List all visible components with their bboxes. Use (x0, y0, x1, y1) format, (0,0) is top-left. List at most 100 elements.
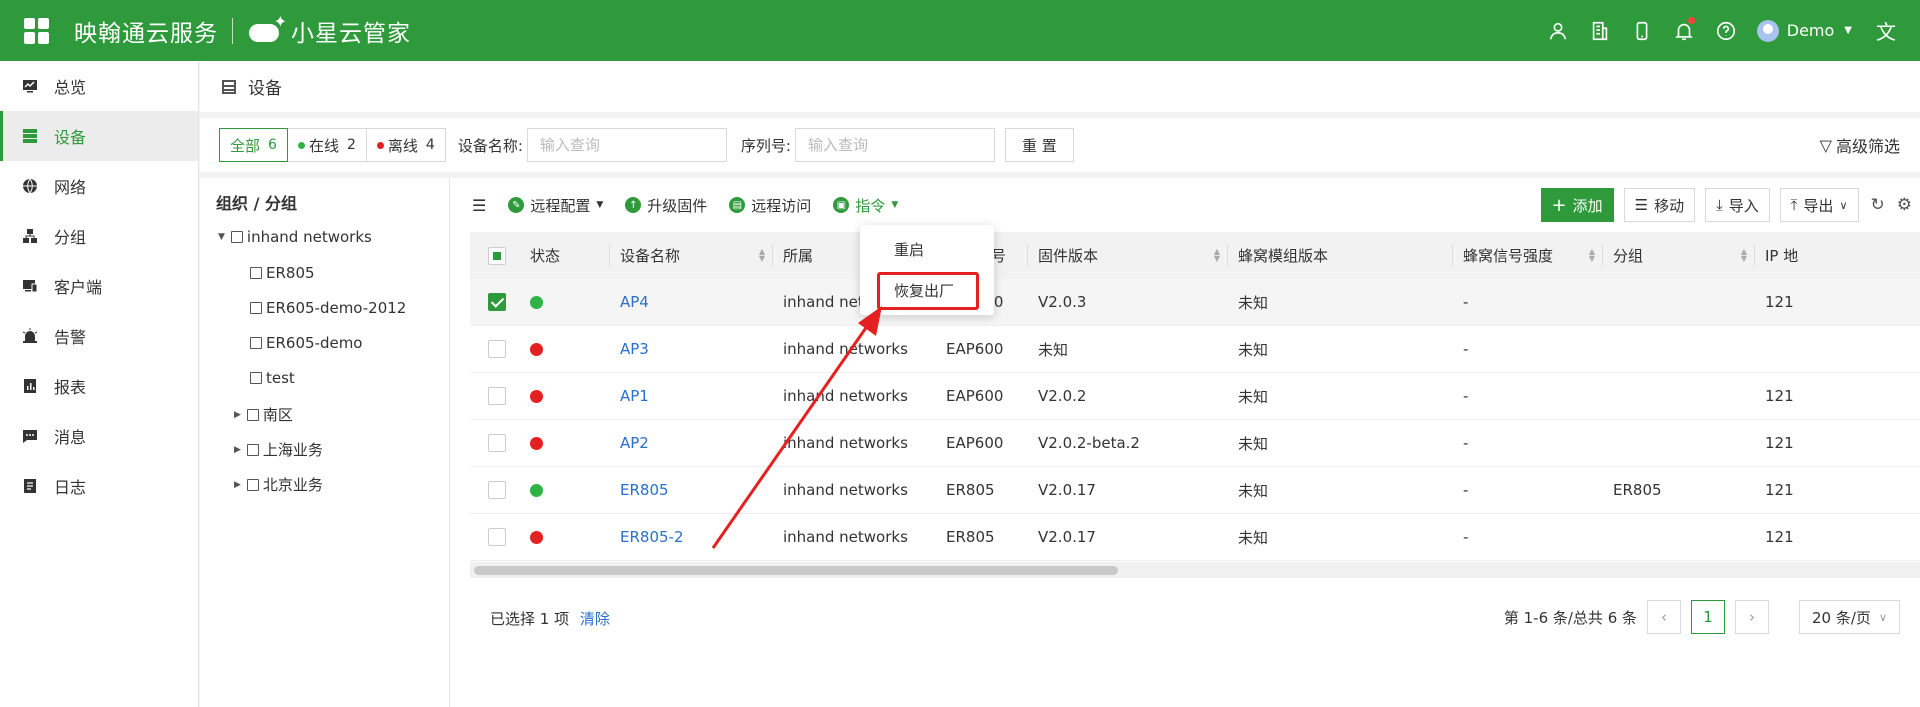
sidebar-item-log[interactable]: 日志 (0, 461, 198, 511)
page-size-select[interactable]: 20 条/页 ∨ (1799, 600, 1900, 634)
cell-name[interactable]: AP4 (620, 293, 649, 311)
reset-button[interactable]: 重 置 (1004, 128, 1074, 162)
building-icon[interactable] (1579, 0, 1621, 61)
table-row[interactable]: AP1 inhand networks EAP600 V2.0.2 未知 - 121 (470, 373, 1920, 420)
menu-item-reboot[interactable]: 重启 (894, 239, 924, 260)
row-checkbox[interactable] (488, 528, 506, 546)
page-1-button[interactable]: 1 (1691, 600, 1726, 634)
command-button[interactable]: ▣ 指令 ▼ (833, 195, 898, 216)
scrollbar-thumb[interactable] (474, 566, 1118, 575)
tree-group-label: 上海业务 (262, 441, 323, 459)
export-button[interactable]: ⤒ 导出 ∨ (1779, 188, 1859, 222)
bell-icon[interactable] (1663, 0, 1705, 61)
filter-bar: 全部 6 在线 2 离线 4 设备名称: 序列号: 重 置 ▽ 高级筛选 (200, 118, 1920, 172)
cell: AP3 (610, 326, 773, 372)
col-signal[interactable]: 蜂窝信号强度 ▲ ▼ (1453, 232, 1603, 279)
tree-node[interactable]: test (250, 369, 295, 387)
cell-signal: - (1463, 528, 1469, 546)
import-button[interactable]: ⤓ 导入 (1705, 188, 1770, 222)
remote-config-button[interactable]: ✎ 远程配置 ▼ (508, 195, 603, 216)
sidebar-item-device[interactable]: 设备 (0, 111, 198, 161)
tree-group[interactable]: ▶ 南区 (234, 404, 293, 425)
serial-input[interactable] (794, 128, 995, 162)
refresh-icon[interactable]: ↻ (1871, 195, 1885, 215)
sidebar-item-client[interactable]: 客户端 (0, 261, 198, 311)
upgrade-firmware-button[interactable]: ↑ 升级固件 (625, 195, 707, 216)
tree-group[interactable]: ▶ 北京业务 (234, 474, 323, 495)
cell-name[interactable]: AP3 (620, 340, 649, 358)
row-checkbox[interactable] (488, 340, 506, 358)
filter-offline[interactable]: 离线 4 (365, 128, 446, 162)
caret-right-icon: ▶ (234, 444, 241, 455)
clear-selection-link[interactable]: 清除 (580, 610, 610, 628)
col-name[interactable]: 设备名称 ▲ ▼ (610, 232, 773, 279)
horizontal-scrollbar[interactable] (470, 562, 1920, 578)
cell-org: inhand networks (783, 481, 908, 499)
cell: V2.0.17 (1028, 514, 1228, 560)
sidebar-item-overview[interactable]: 总览 (0, 61, 198, 111)
move-label: 移动 (1654, 196, 1685, 215)
table-row[interactable]: ER805 inhand networks ER805 V2.0.17 未知 - ER805… (470, 467, 1920, 514)
cell: 121 (1755, 514, 1805, 560)
col-group[interactable]: 分组 ▲ ▼ (1603, 232, 1755, 279)
select-all-checkbox[interactable] (488, 246, 506, 265)
help-icon[interactable] (1705, 0, 1747, 61)
tree-node[interactable]: ER605-demo-2012 (250, 299, 406, 317)
sidebar-item-alarm[interactable]: 告警 (0, 311, 198, 361)
prev-page-button[interactable]: ‹ (1647, 600, 1682, 634)
cell-ip: 121 (1765, 387, 1794, 405)
cell: 未知 (1228, 467, 1453, 513)
sidebar-item-report[interactable]: 报表 (0, 361, 198, 411)
cell-name[interactable]: ER805 (620, 481, 669, 499)
tree-node[interactable]: ER805 (250, 264, 315, 282)
cell: 未知 (1028, 326, 1228, 372)
tree-group[interactable]: ▶ 上海业务 (234, 439, 323, 460)
user-menu[interactable]: Demo ▼ (1756, 19, 1852, 42)
advanced-filter-button[interactable]: ▽ 高级筛选 (1820, 133, 1900, 157)
row-checkbox[interactable] (488, 481, 506, 499)
cell-name[interactable]: AP1 (620, 387, 649, 405)
device-node-icon (250, 267, 262, 279)
gear-icon[interactable]: ⚙ (1897, 195, 1912, 215)
person-icon[interactable] (1537, 0, 1579, 61)
cell: ER805 (610, 467, 773, 513)
col-firmware[interactable]: 固件版本 ▲ ▼ (1028, 232, 1228, 279)
tree-root[interactable]: ▼ inhand networks (218, 228, 372, 246)
col-ip-label: IP 地 (1765, 247, 1799, 265)
next-page-button[interactable]: › (1735, 600, 1770, 634)
filter-online[interactable]: 在线 2 (286, 128, 367, 162)
remote-access-button[interactable]: ▤ 远程访问 (729, 195, 811, 216)
row-checkbox[interactable] (488, 434, 506, 452)
apps-grid-icon[interactable] (24, 17, 50, 44)
column-toggle-icon[interactable]: ☰ (472, 196, 486, 215)
cell-signal: - (1463, 340, 1469, 358)
cell: 未知 (1228, 326, 1453, 372)
cell: AP1 (610, 373, 773, 419)
table-row[interactable]: AP2 inhand networks EAP600 V2.0.2-beta.2 未知 -… (470, 420, 1920, 467)
sidebar-item-network[interactable]: 网络 (0, 161, 198, 211)
notification-dot (1687, 17, 1695, 24)
table-toolbar: ☰ ✎ 远程配置 ▼ ↑ 升级固件 ▤ 远程访问 ▣ 指令 ▼ (472, 188, 920, 222)
row-checkbox[interactable] (488, 293, 506, 311)
sidebar-item-message[interactable]: 消息 (0, 411, 198, 461)
add-button[interactable]: + 添加 (1540, 188, 1614, 222)
cell: inhand networks (773, 420, 936, 466)
sidebar-item-group[interactable]: 分组 (0, 211, 198, 261)
cell: ER805 (1603, 467, 1755, 513)
move-button[interactable]: ☰ 移动 (1623, 188, 1696, 222)
filter-all[interactable]: 全部 6 (219, 128, 288, 162)
device-name-input[interactable] (526, 128, 727, 162)
col-modem[interactable]: 蜂窝模组版本 (1228, 232, 1453, 279)
command-label: 指令 (855, 196, 886, 215)
row-checkbox[interactable] (488, 387, 506, 405)
tree-node[interactable]: ER605-demo (250, 334, 362, 352)
cell-name[interactable]: AP2 (620, 434, 649, 452)
table-row[interactable]: AP4inhand networksEAP600V2.0.3未知-121 (470, 279, 1920, 326)
cell-name[interactable]: ER805-2 (620, 528, 684, 546)
cell: V2.0.17 (1028, 467, 1228, 513)
language-icon[interactable]: 文 (1876, 16, 1896, 45)
table-row[interactable]: ER805-2 inhand networks ER805 V2.0.17 未知 - 121 (470, 514, 1920, 561)
mobile-icon[interactable] (1621, 0, 1663, 61)
col-ip[interactable]: IP 地 (1755, 232, 1805, 279)
table-row[interactable]: AP3 inhand networks EAP600 未知 未知 - (470, 326, 1920, 373)
